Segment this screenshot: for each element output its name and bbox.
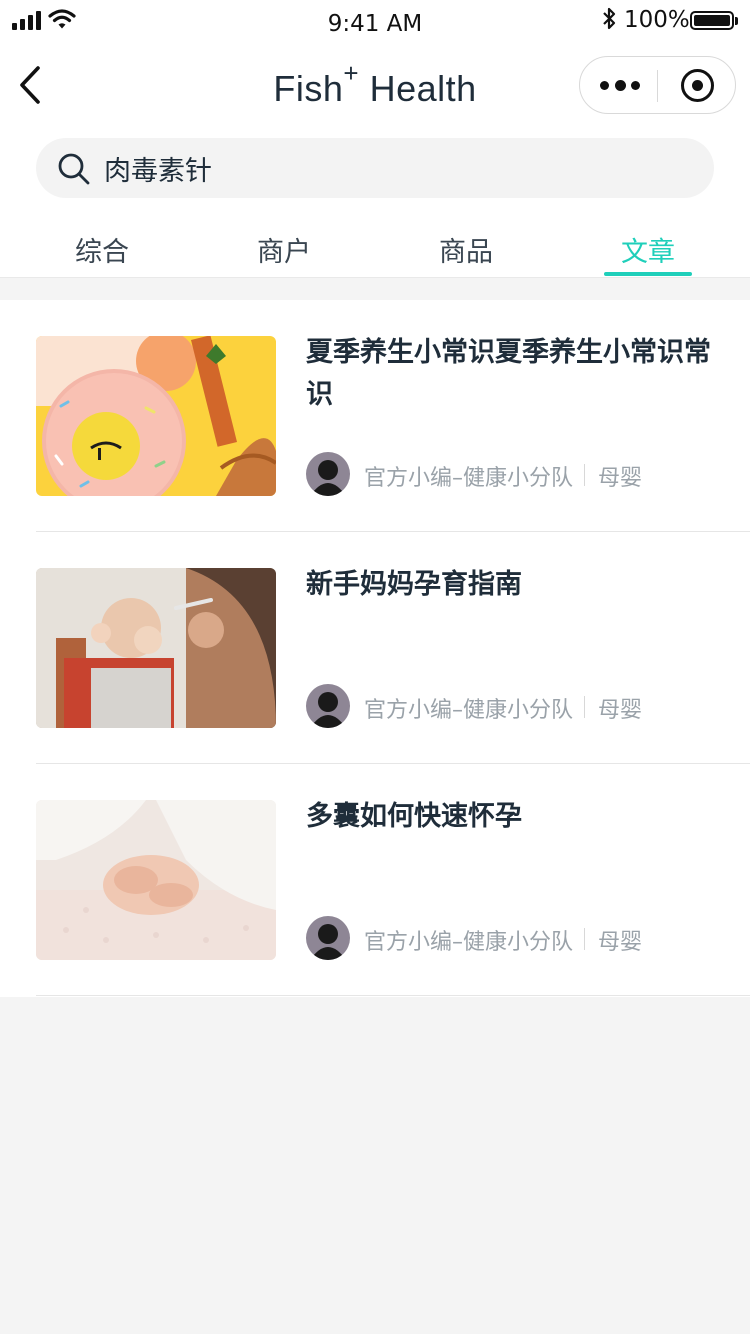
avatar (306, 684, 350, 728)
search-input[interactable] (104, 138, 684, 198)
article-category: 母婴 (598, 466, 643, 491)
battery-percent: 100% (624, 7, 690, 33)
header-area: 9:41 AM 100% Fish+ Health 综合 商户 商品 文章 (0, 0, 750, 278)
battery-icon (690, 11, 738, 30)
article-meta: 官方小编–健康小分队 母婴 (306, 452, 726, 496)
article-list: 夏季养生小常识夏季养生小常识常识 官方小编–健康小分队 母婴 新手妈妈孕育指南 … (0, 300, 750, 997)
article-item[interactable]: 新手妈妈孕育指南 官方小编–健康小分队 母婴 (0, 532, 750, 764)
more-icon[interactable] (600, 57, 640, 113)
tab-merchants[interactable]: 商户 (224, 230, 344, 269)
article-author: 官方小编–健康小分队 (364, 698, 574, 723)
tab-products[interactable]: 商品 (406, 230, 526, 269)
mini-program-capsule (579, 56, 736, 114)
search-icon (58, 153, 90, 185)
avatar (306, 452, 350, 496)
avatar (306, 916, 350, 960)
article-meta: 官方小编–健康小分队 母婴 (306, 684, 726, 728)
bluetooth-icon (603, 7, 616, 30)
donut-float-photo-icon (36, 336, 276, 496)
article-author: 官方小编–健康小分队 (364, 466, 574, 491)
title-rest: Health (369, 68, 477, 109)
hands-sweater-photo-icon (36, 800, 276, 960)
article-title: 多囊如何快速怀孕 (306, 801, 522, 832)
meta-divider (584, 928, 585, 950)
article-category: 母婴 (598, 930, 643, 955)
article-category: 母婴 (598, 698, 643, 723)
title-main: Fish (273, 68, 344, 109)
article-item[interactable]: 多囊如何快速怀孕 官方小编–健康小分队 母婴 (0, 764, 750, 996)
article-title: 夏季养生小常识夏季养生小常识常识 (306, 337, 711, 410)
tab-articles[interactable]: 文章 (588, 230, 708, 269)
item-divider (36, 995, 750, 996)
close-target-icon[interactable] (681, 69, 714, 102)
article-title: 新手妈妈孕育指南 (306, 569, 522, 600)
article-meta: 官方小编–健康小分队 母婴 (306, 916, 726, 960)
capsule-divider (657, 70, 658, 102)
search-bar (36, 138, 714, 198)
meta-divider (584, 696, 585, 718)
tab-bar: 综合 商户 商品 文章 (0, 214, 750, 278)
tab-all[interactable]: 综合 (42, 230, 162, 269)
title-plus: + (343, 58, 360, 88)
active-tab-indicator (604, 272, 692, 276)
meta-divider (584, 464, 585, 486)
article-author: 官方小编–健康小分队 (364, 930, 574, 955)
nav-bar: Fish+ Health (0, 44, 750, 132)
article-item[interactable]: 夏季养生小常识夏季养生小常识常识 官方小编–健康小分队 母婴 (0, 300, 750, 532)
status-bar: 9:41 AM 100% (0, 0, 750, 44)
baby-feeding-photo-icon (36, 568, 276, 728)
